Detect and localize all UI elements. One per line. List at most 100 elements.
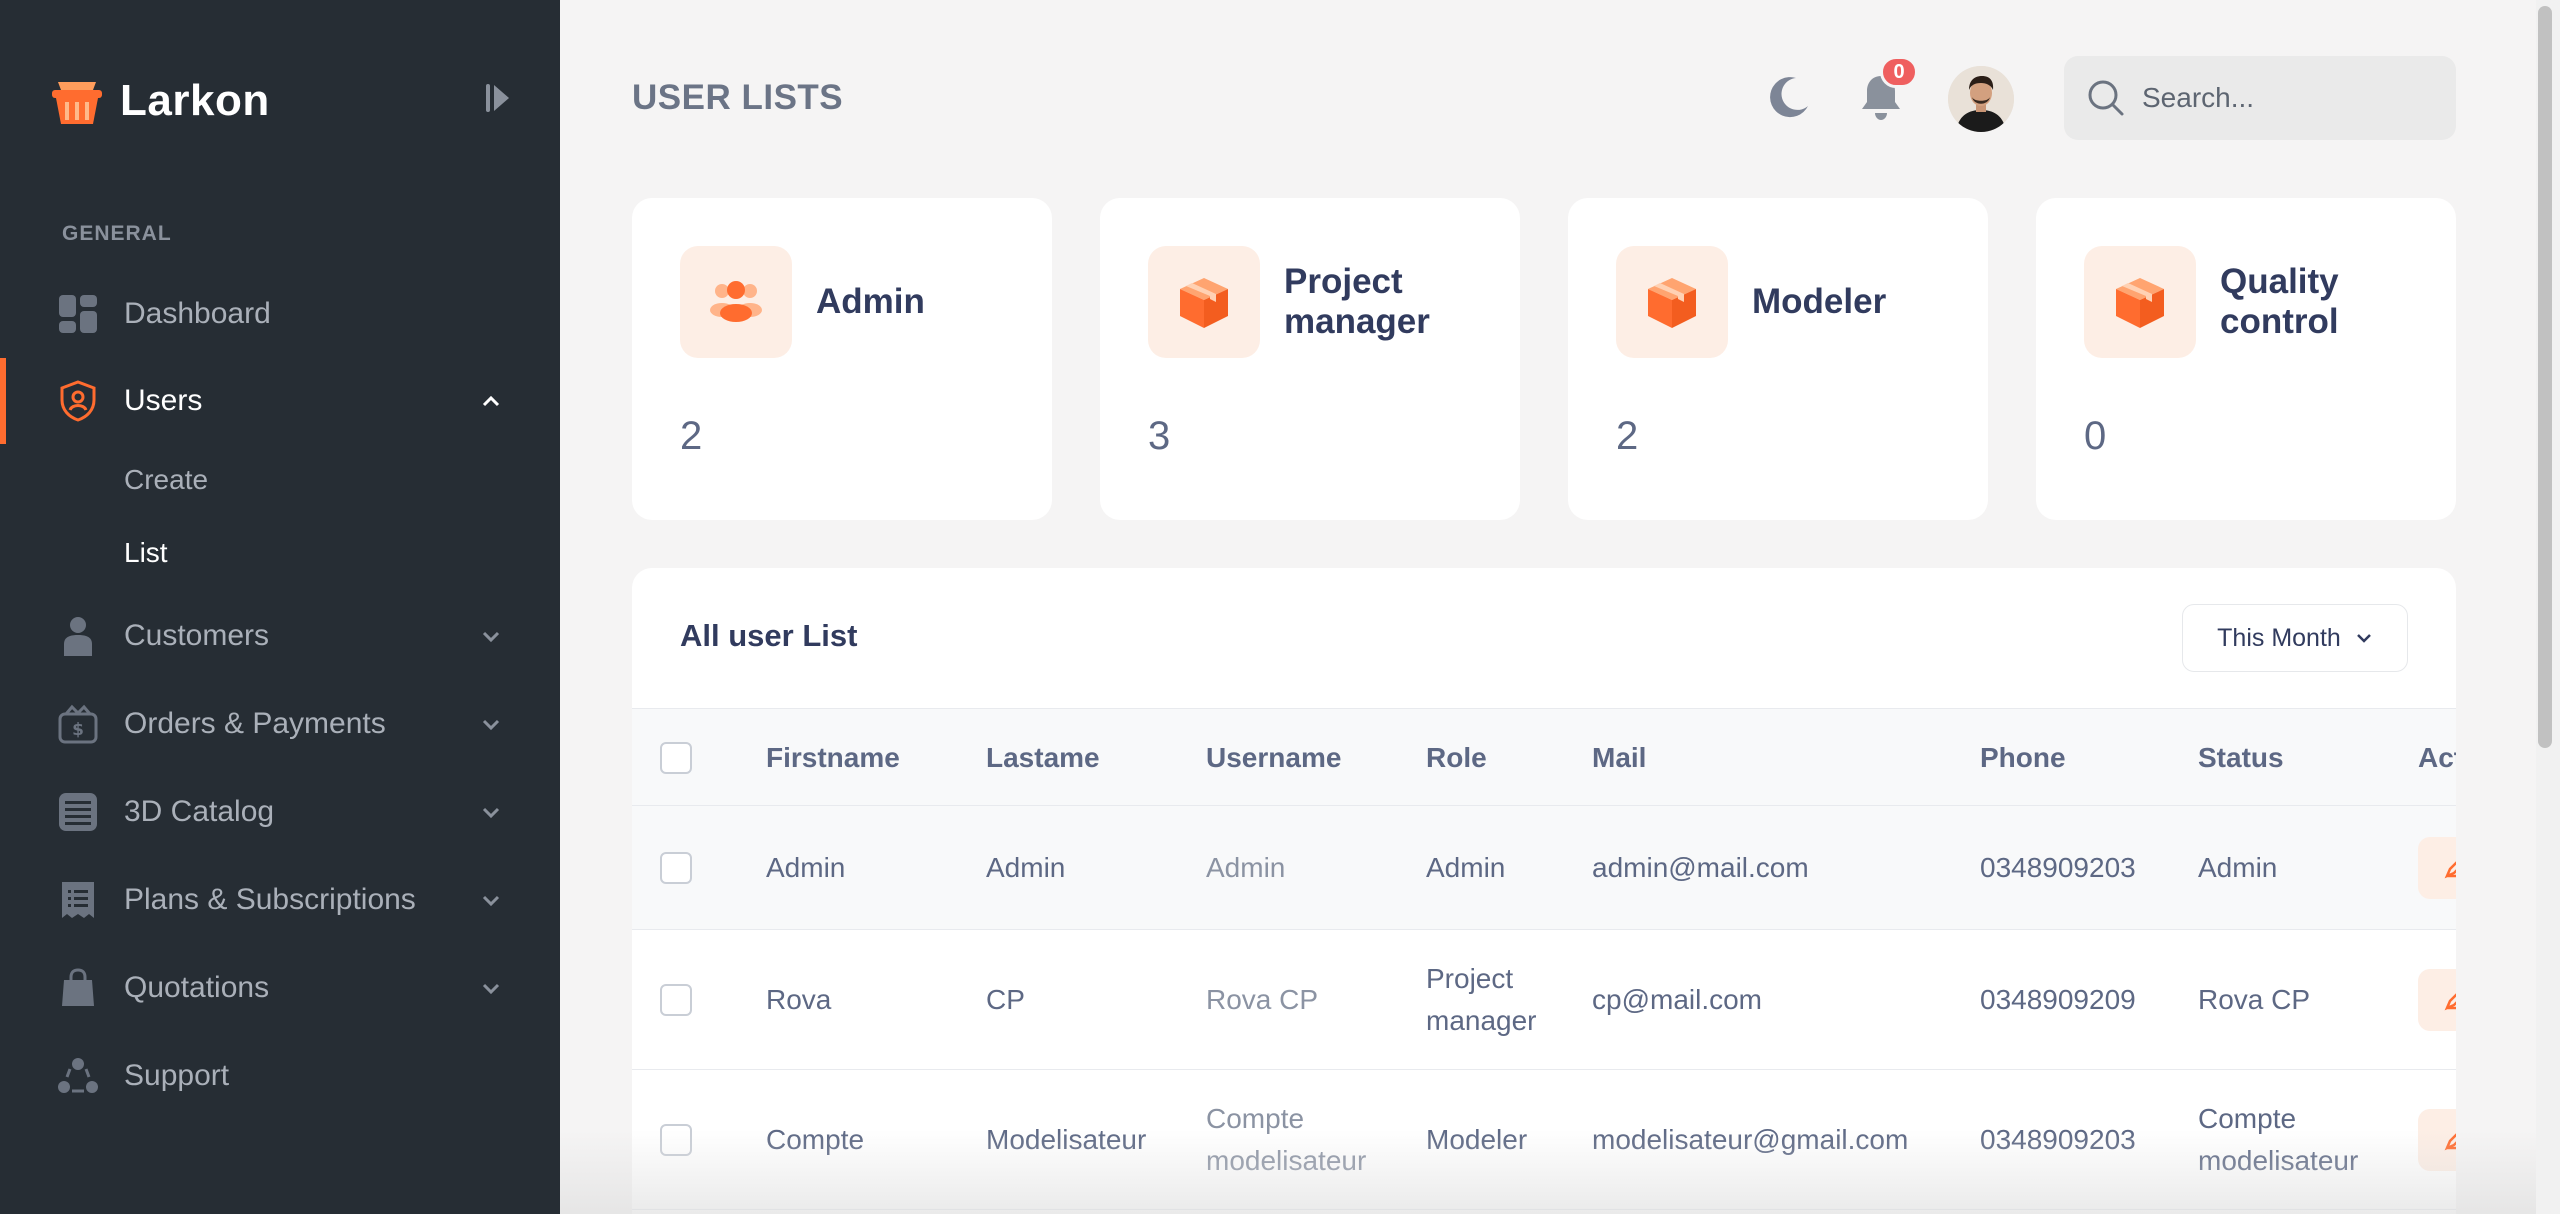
column-header[interactable]: Lastame — [986, 709, 1100, 807]
row-checkbox-cell — [660, 806, 692, 930]
users-icon — [680, 246, 792, 358]
cell-role: Admin — [1426, 852, 1506, 883]
wallet-icon: $ — [58, 704, 98, 744]
table-row[interactable]: Admin Admin Admin Admin admin@mail.com 0… — [632, 806, 2456, 930]
search-icon — [2088, 80, 2124, 116]
stat-card-title: Quality control — [2220, 262, 2339, 341]
select-all-checkbox[interactable] — [660, 742, 692, 774]
box-icon — [1616, 246, 1728, 358]
chevron-down-icon — [482, 983, 500, 995]
notification-badge: 0 — [1880, 56, 1918, 88]
sidebar-item-quotations[interactable]: Quotations — [0, 954, 560, 1022]
edit-button[interactable] — [2418, 837, 2456, 899]
cell-firstname: Admin — [766, 852, 846, 883]
stat-card-title: Project manager — [1284, 262, 1430, 341]
cell-lastname: Admin — [986, 852, 1066, 883]
basket-logo-icon — [52, 82, 102, 124]
sidebar-item-label: Quotations — [124, 971, 270, 1004]
sidebar-item-label: Orders & Payments — [124, 707, 386, 740]
table-row[interactable]: Compte Modelisateur Compte modelisateur … — [632, 1070, 2456, 1210]
cell-username: Compte modelisateur — [1206, 1103, 1367, 1176]
page-scrollbar-thumb[interactable] — [2538, 6, 2552, 748]
column-header[interactable]: Mail — [1592, 709, 1646, 807]
plans-icon — [58, 880, 98, 920]
chevron-down-icon — [482, 631, 500, 643]
row-checkbox[interactable] — [660, 984, 692, 1016]
chevron-down-icon — [482, 719, 500, 731]
sidebar-item-dashboard[interactable]: Dashboard — [0, 280, 560, 348]
box-icon — [2084, 246, 2196, 358]
support-icon — [58, 1056, 98, 1096]
row-checkbox[interactable] — [660, 1124, 692, 1156]
table-row[interactable]: Rova CP Rova CP Project manager cp@mail.… — [632, 930, 2456, 1070]
sidebar-item-users[interactable]: Users — [0, 358, 560, 444]
search-bar — [2064, 56, 2456, 140]
column-header[interactable]: Firstname — [766, 709, 900, 807]
stat-card-project-manager: Project manager 3 — [1100, 198, 1520, 520]
table-title: All user List — [680, 618, 858, 653]
cell-status: Rova CP — [2198, 984, 2311, 1015]
edit-icon — [2444, 1133, 2456, 1151]
sidebar-item-support[interactable]: Support — [0, 1042, 560, 1110]
column-header[interactable]: Role — [1426, 709, 1487, 807]
cell-status: Compte modelisateur — [2198, 1103, 2359, 1176]
period-dropdown-label: This Month — [2217, 623, 2341, 652]
cell-phone: 0348909209 — [1980, 984, 2136, 1015]
sidebar-item-label: Customers — [124, 619, 270, 652]
sidebar-item-label: Plans & Subscriptions — [124, 883, 416, 916]
stat-card-value: 2 — [680, 414, 703, 458]
sidebar-item-3d-catalog[interactable]: 3D Catalog — [0, 778, 560, 846]
avatar[interactable] — [1948, 66, 2014, 132]
dashboard-icon — [58, 294, 98, 334]
cell-status: Admin — [2198, 852, 2278, 883]
cell-role: Modeler — [1426, 1124, 1528, 1155]
moon-icon[interactable] — [1766, 74, 1812, 120]
sidebar-item-label: Users — [124, 384, 203, 417]
chevron-down-icon — [482, 807, 500, 819]
cell-mail: modelisateur@gmail.com — [1592, 1124, 1909, 1155]
sidebar-subitem-list[interactable]: List — [124, 537, 168, 569]
cell-firstname: Compte — [766, 1124, 865, 1155]
chevron-down-icon — [482, 895, 500, 907]
cell-lastname: CP — [986, 984, 1025, 1015]
shield-user-icon — [58, 380, 98, 422]
edit-button[interactable] — [2418, 1109, 2456, 1171]
user-table-card: All user List This Month Firstname Lasta… — [632, 568, 2456, 1214]
edit-icon — [2444, 993, 2456, 1011]
sidebar-subitem-create[interactable]: Create — [124, 464, 208, 496]
table-header: Firstname Lastame Username Role Mail Pho… — [632, 708, 2456, 806]
stat-card-admin: Admin 2 — [632, 198, 1052, 520]
cell-role: Project manager — [1426, 963, 1537, 1036]
bag-icon — [58, 968, 98, 1008]
chevron-up-icon — [482, 395, 500, 407]
cell-phone: 0348909203 — [1980, 852, 2136, 883]
row-checkbox-cell — [660, 930, 692, 1070]
sidebar-item-label: Support — [124, 1059, 230, 1092]
column-header[interactable]: Phone — [1980, 709, 2066, 807]
chevron-down-icon — [2356, 634, 2371, 643]
stat-card-value: 3 — [1148, 414, 1171, 458]
catalog-icon — [58, 792, 98, 832]
row-checkbox[interactable] — [660, 852, 692, 884]
column-header[interactable]: Act — [2418, 709, 2456, 807]
page-title: USER LISTS — [632, 78, 844, 117]
sidebar-item-plans-subscriptions[interactable]: Plans & Subscriptions — [0, 866, 560, 934]
cell-username: Rova CP — [1206, 984, 1319, 1015]
sidebar-item-customers[interactable]: Customers — [0, 602, 560, 670]
stat-card-value: 0 — [2084, 414, 2107, 458]
column-header[interactable]: Status — [2198, 709, 2284, 807]
sidebar-item-orders-payments[interactable]: $ Orders & Payments — [0, 690, 560, 758]
stat-card-modeler: Modeler 2 — [1568, 198, 1988, 520]
edit-button[interactable] — [2418, 969, 2456, 1031]
edit-icon — [2444, 861, 2456, 879]
period-dropdown[interactable]: This Month — [2182, 604, 2408, 672]
sidebar: Larkon GENERAL Dashboard Users Create Li… — [0, 0, 560, 1214]
sidebar-collapse-icon[interactable] — [484, 82, 512, 114]
svg-text:$: $ — [72, 720, 84, 740]
cell-phone: 0348909203 — [1980, 1124, 2136, 1155]
select-all-cell — [660, 709, 692, 807]
menu-section-title: GENERAL — [62, 222, 172, 245]
column-header[interactable]: Username — [1206, 709, 1341, 807]
search-input[interactable] — [2142, 56, 2442, 140]
brand-logo[interactable]: Larkon — [50, 76, 270, 126]
